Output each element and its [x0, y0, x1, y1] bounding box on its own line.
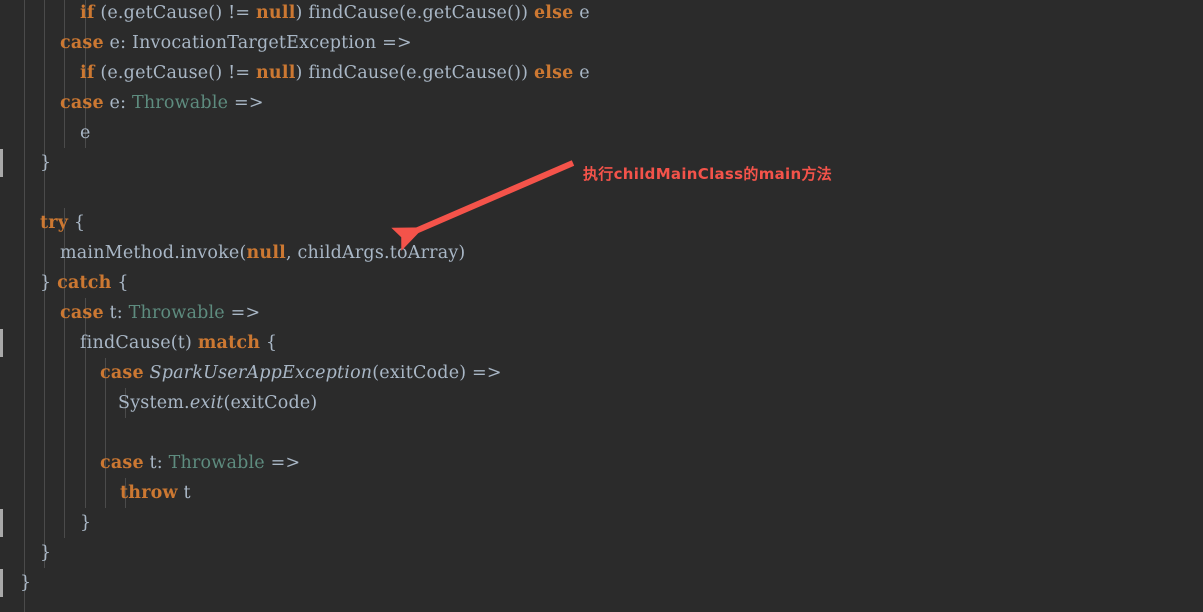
token-brace: {	[111, 273, 129, 293]
token-keyword: case	[60, 303, 104, 323]
token-keyword: catch	[57, 273, 112, 293]
code-line[interactable]: findCause(t) match {	[80, 328, 277, 358]
token-identifier: findCause(t)	[80, 333, 193, 353]
token-brace: }	[40, 543, 52, 563]
token-identifier: e	[80, 123, 91, 143]
token-identifier: mainMethod.invoke	[60, 243, 240, 263]
token-keyword: case	[100, 453, 144, 473]
code-line[interactable]: }	[20, 568, 31, 598]
code-line[interactable]: }	[80, 508, 91, 538]
token-punctuation: )	[458, 243, 466, 263]
token-punctuation: (e.getCause() !=	[94, 3, 256, 23]
token-identifier: childArgs.toArray	[297, 243, 459, 263]
token-brace: }	[40, 153, 52, 173]
token-punctuation: (e.getCause() !=	[94, 63, 256, 83]
token-punctuation: e	[573, 63, 590, 83]
token-punctuation: =>	[376, 33, 412, 53]
token-type-name: Throwable	[131, 93, 229, 113]
code-line[interactable]: mainMethod.invoke(null, childArgs.toArra…	[60, 238, 465, 268]
token-keyword: else	[533, 63, 574, 83]
code-line[interactable]: } catch {	[40, 268, 129, 298]
code-line[interactable]: e	[80, 118, 91, 148]
token-punctuation: ) findCause(e.getCause())	[295, 63, 534, 83]
token-punctuation: t:	[103, 303, 129, 323]
token-keyword: if	[80, 63, 95, 83]
code-line[interactable]: if (e.getCause() != null) findCause(e.ge…	[80, 58, 590, 88]
code-content[interactable]: if (e.getCause() != null) findCause(e.ge…	[0, 0, 1203, 612]
token-keyword: case	[60, 33, 104, 53]
code-editor-screenshot: if (e.getCause() != null) findCause(e.ge…	[0, 0, 1203, 612]
token-keyword: try	[40, 213, 69, 233]
token-punctuation: (exitCode) =>	[372, 363, 502, 383]
token-identifier: System	[118, 393, 185, 413]
code-line[interactable]: case t: Throwable =>	[100, 448, 300, 478]
token-null: null	[246, 243, 287, 263]
token-keyword: throw	[120, 483, 178, 503]
token-null: null	[256, 3, 296, 23]
code-line[interactable]: case t: Throwable =>	[60, 298, 260, 328]
token-brace: }	[40, 273, 58, 293]
token-punctuation: =>	[264, 453, 301, 473]
token-type-name: Throwable	[128, 303, 225, 323]
token-punctuation: =>	[224, 303, 261, 323]
code-line[interactable]: }	[40, 538, 51, 568]
code-line[interactable]: try {	[40, 208, 85, 238]
code-line[interactable]: if (e.getCause() != null) findCause(e.ge…	[80, 0, 590, 28]
token-method-name: exit	[189, 393, 224, 413]
token-punctuation: =>	[228, 93, 264, 113]
token-keyword: case	[100, 363, 144, 383]
token-punctuation: e:	[103, 93, 132, 113]
token-type-name: SparkUserAppException	[149, 363, 373, 383]
code-line[interactable]: case e: Throwable =>	[60, 88, 264, 118]
token-brace: }	[80, 513, 92, 533]
token-punctuation: (exitCode)	[223, 393, 318, 413]
token-punctuation: e:	[103, 33, 132, 53]
token-keyword: match	[197, 333, 261, 353]
token-brace: }	[20, 573, 32, 593]
code-line[interactable]: case e: InvocationTargetException =>	[60, 28, 412, 58]
code-line[interactable]: System.exit(exitCode)	[118, 388, 317, 418]
token-brace: {	[260, 333, 278, 353]
token-keyword: case	[60, 93, 104, 113]
token-punctuation: t:	[143, 453, 169, 473]
token-punctuation: ) findCause(e.getCause())	[295, 3, 534, 23]
code-line[interactable]: case SparkUserAppException(exitCode) =>	[100, 358, 502, 388]
token-keyword: else	[533, 3, 574, 23]
token-keyword: if	[80, 3, 95, 23]
token-punctuation: ,	[286, 243, 298, 263]
token-brace: {	[68, 213, 86, 233]
code-line[interactable]: throw t	[120, 478, 191, 508]
token-punctuation: t	[177, 483, 191, 503]
token-type-name: Throwable	[168, 453, 265, 473]
code-line[interactable]: }	[40, 148, 51, 178]
token-null: null	[256, 63, 296, 83]
token-type-name: InvocationTargetException	[131, 33, 377, 53]
token-punctuation: e	[573, 3, 590, 23]
